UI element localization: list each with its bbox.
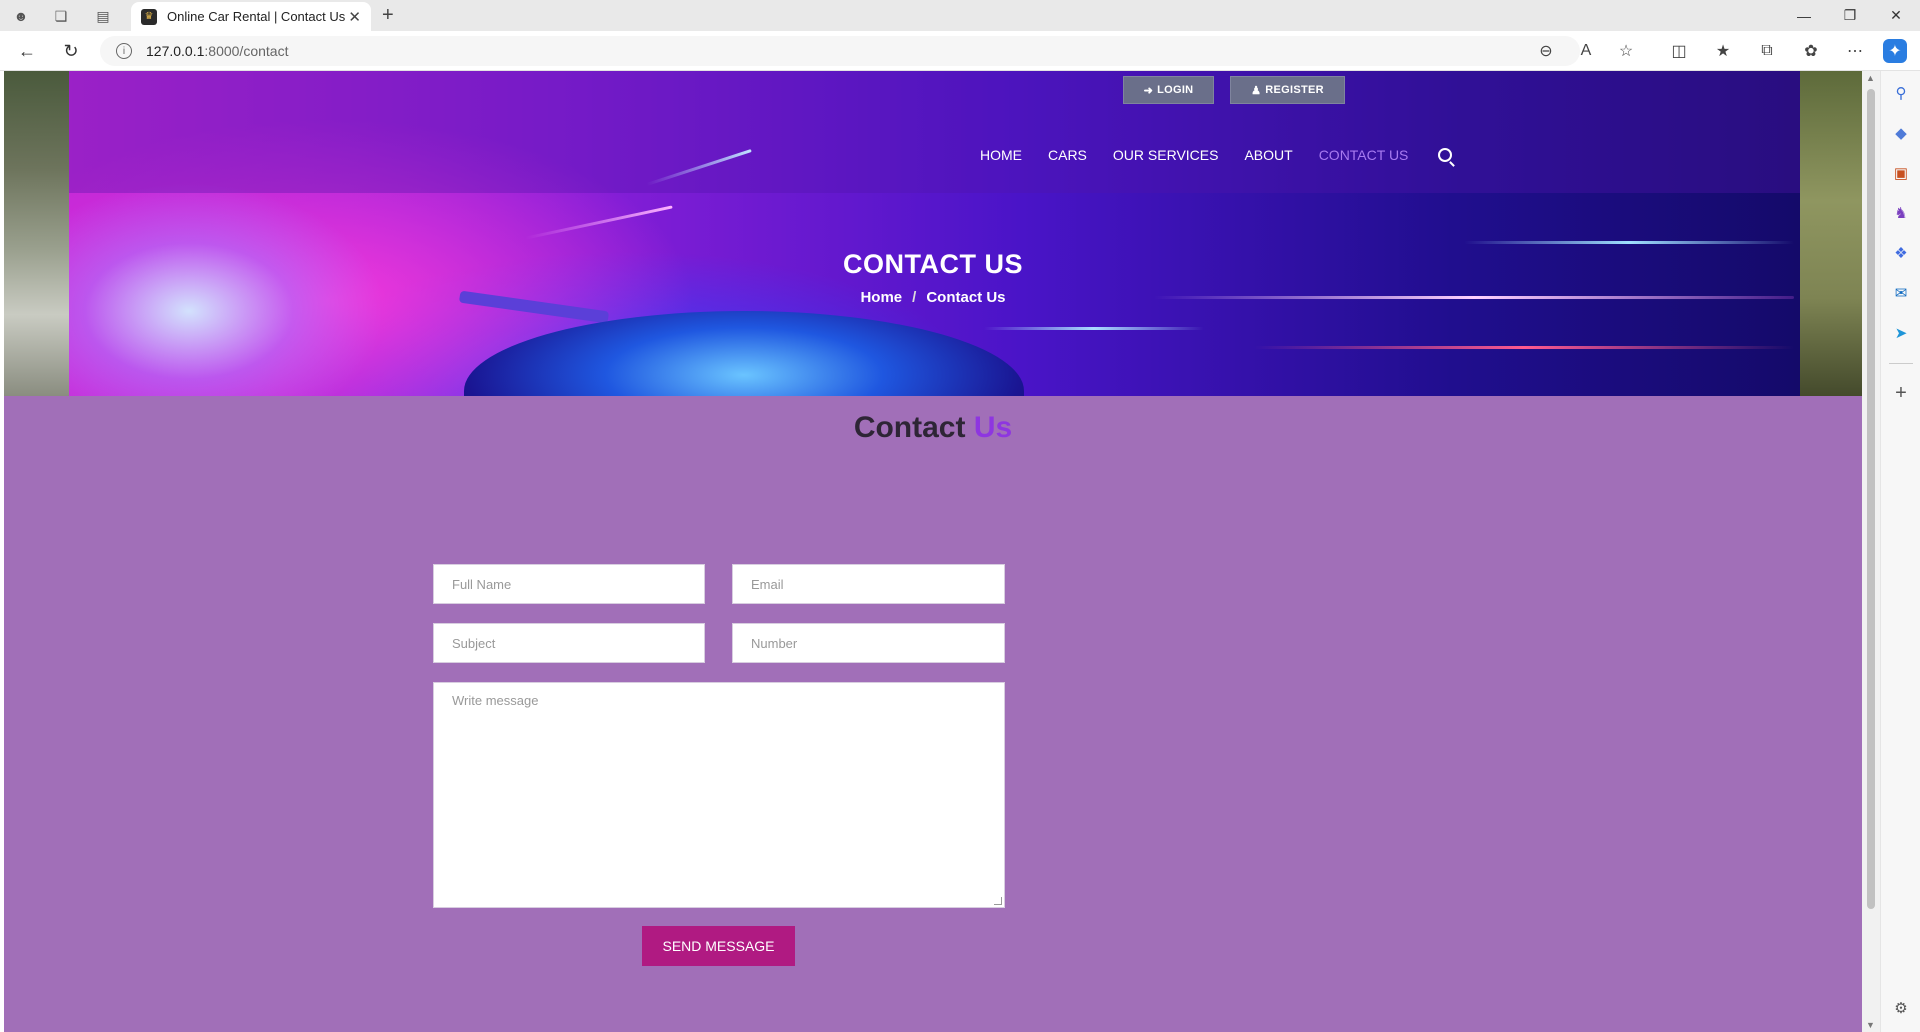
nav-item-services[interactable]: OUR SERVICES	[1113, 147, 1219, 163]
breadcrumb: Home / Contact Us	[4, 289, 1862, 306]
nav-item-cars[interactable]: CARS	[1048, 147, 1087, 163]
tab-title: Online Car Rental | Contact Us	[167, 9, 346, 24]
full-name-field[interactable]: Full Name	[433, 564, 705, 604]
login-button[interactable]: ➜ LOGIN	[1123, 76, 1214, 104]
sidebar-add-icon[interactable]: +	[1889, 381, 1913, 405]
new-tab-icon[interactable]: +	[382, 4, 394, 27]
back-icon[interactable]: ←	[14, 39, 40, 63]
breadcrumb-home[interactable]: Home	[860, 289, 902, 306]
register-label: REGISTER	[1265, 84, 1324, 96]
contact-heading: Contact Us	[4, 411, 1862, 445]
add-user-icon: ♟	[1251, 84, 1262, 97]
scroll-up-icon[interactable]: ▲	[1866, 73, 1875, 83]
login-icon: ➜	[1143, 84, 1154, 97]
workspaces-icon[interactable]: ❏	[49, 4, 73, 28]
message-placeholder: Write message	[452, 693, 539, 708]
search-icon[interactable]	[1438, 148, 1453, 162]
sidebar-search-icon[interactable]: ⚲	[1889, 81, 1913, 105]
send-message-button[interactable]: SEND MESSAGE	[642, 926, 795, 966]
refresh-icon[interactable]: ↻	[58, 39, 84, 63]
restore-icon[interactable]: ❐	[1827, 0, 1873, 31]
sidebar-office-icon[interactable]: ❖	[1889, 241, 1913, 265]
number-field[interactable]: Number	[732, 623, 1005, 663]
message-textarea[interactable]: Write message	[433, 682, 1005, 908]
nav-item-contact[interactable]: CONTACT US	[1319, 147, 1409, 163]
sidebar-shopping-icon[interactable]: ◆	[1889, 121, 1913, 145]
zoom-out-icon[interactable]: ⊖	[1533, 39, 1559, 63]
site-favicon-icon: ♛	[141, 8, 157, 25]
address-bar-row: ← ↻ i 127.0.0.1:8000/contact ⊖ A ☆ ◫ ★ ⧉…	[0, 31, 1920, 71]
full-name-placeholder: Full Name	[452, 576, 512, 592]
sidebar-settings-icon[interactable]: ⚙	[1889, 996, 1913, 1020]
sidebar-send-icon[interactable]: ➤	[1889, 321, 1913, 345]
browser-sidebar: ⚲ ◆ ▣ ♞ ❖ ✉ ➤ + ⚙	[1880, 71, 1920, 1032]
contact-heading-word1: Contact	[853, 411, 966, 444]
scroll-down-icon[interactable]: ▼	[1866, 1020, 1875, 1030]
extensions-icon[interactable]: ✿	[1798, 39, 1824, 63]
window-close-icon[interactable]: ✕	[1873, 0, 1919, 31]
minimize-icon[interactable]: —	[1781, 0, 1827, 31]
light-streak	[1464, 241, 1794, 244]
scrollbar-thumb[interactable]	[1867, 89, 1875, 909]
breadcrumb-current: Contact Us	[926, 289, 1006, 306]
url-path: :8000/contact	[204, 43, 289, 59]
subject-field[interactable]: Subject	[433, 623, 705, 663]
url-field[interactable]: i 127.0.0.1:8000/contact	[100, 36, 1580, 66]
site-info-icon[interactable]: i	[116, 43, 132, 59]
browser-tab-bar: ☻ ❏ ▤ ♛ Online Car Rental | Contact Us ✕…	[0, 0, 1920, 31]
web-page: ➜ LOGIN ♟ REGISTER HOME CARS OUR SERVICE…	[4, 71, 1862, 1032]
email-placeholder: Email	[751, 576, 784, 592]
page-title: CONTACT US	[843, 249, 1023, 279]
read-aloud-icon[interactable]: A	[1573, 39, 1599, 63]
hero-background-left	[4, 71, 69, 396]
split-screen-icon[interactable]: ◫	[1666, 39, 1692, 63]
sidebar-outlook-icon[interactable]: ✉	[1889, 281, 1913, 305]
breadcrumb-separator: /	[912, 289, 917, 306]
nav-band	[69, 71, 1800, 193]
resize-handle-icon[interactable]	[994, 897, 1002, 905]
url-host: 127.0.0.1	[146, 43, 205, 59]
hero-background-right	[1800, 71, 1862, 396]
light-streak	[984, 327, 1204, 330]
tab-close-icon[interactable]: ✕	[348, 8, 361, 26]
page-scrollbar[interactable]: ▲ ▼	[1862, 71, 1880, 1032]
favorites-icon[interactable]: ★	[1710, 39, 1736, 63]
light-streak	[1254, 346, 1794, 349]
main-navigation: HOME CARS OUR SERVICES ABOUT CONTACT US	[980, 144, 1453, 166]
nav-item-home[interactable]: HOME	[980, 147, 1022, 163]
hero-banner: ➜ LOGIN ♟ REGISTER HOME CARS OUR SERVICE…	[4, 71, 1862, 396]
copilot-icon[interactable]: ✦	[1883, 39, 1907, 63]
profile-icon[interactable]: ☻	[9, 4, 33, 28]
login-label: LOGIN	[1157, 84, 1194, 96]
more-menu-icon[interactable]: ⋯	[1842, 39, 1868, 63]
browser-tab[interactable]: ♛ Online Car Rental | Contact Us ✕	[131, 2, 371, 31]
sidebar-tools-icon[interactable]: ▣	[1889, 161, 1913, 185]
sidebar-divider	[1889, 363, 1913, 364]
sidebar-games-icon[interactable]: ♞	[1889, 201, 1913, 225]
subject-placeholder: Subject	[452, 635, 496, 651]
number-placeholder: Number	[751, 635, 798, 651]
vertical-tabs-icon[interactable]: ▤	[91, 4, 115, 28]
contact-heading-word2: Us	[973, 411, 1013, 444]
nav-item-about[interactable]: ABOUT	[1244, 147, 1292, 163]
collections-icon[interactable]: ⧉	[1754, 39, 1780, 63]
favorite-star-icon[interactable]: ☆	[1613, 39, 1639, 63]
register-button[interactable]: ♟ REGISTER	[1230, 76, 1345, 104]
email-field[interactable]: Email	[732, 564, 1005, 604]
